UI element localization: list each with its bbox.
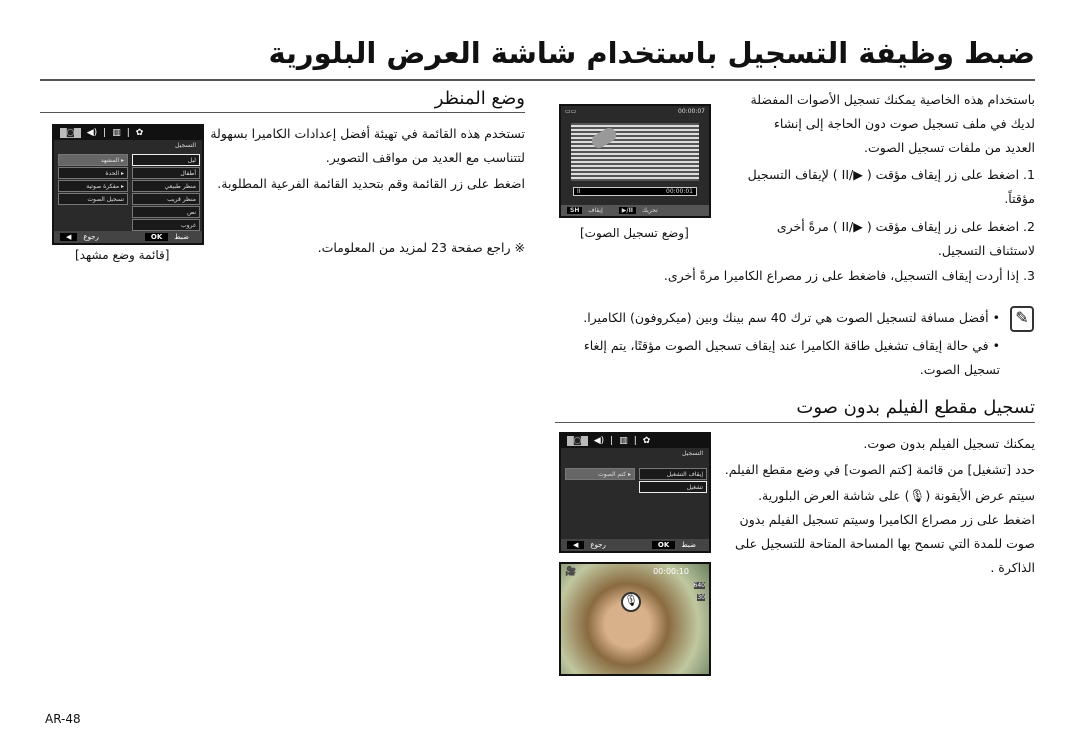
menu-item-sharpness[interactable]: ▸ الحدة — [58, 167, 128, 179]
mute-heading: تسجيل مقطع الفيلم بدون صوت — [796, 397, 1035, 418]
voice-record-screen: ▭▭ 00:00:07 II 00:00:01 SH إيقاف ▶/II تحريك — [559, 104, 711, 218]
scene-option[interactable]: أطفال — [132, 167, 200, 179]
sound-tab-icon: ◀) — [86, 128, 98, 138]
mute-line-1: يمكنك تسجيل الفيلم بدون صوت. — [863, 436, 1035, 451]
camera-tab-icon: ◙ — [60, 128, 81, 138]
sound-tab-icon: ◀) — [593, 436, 605, 446]
display-tab-icon: ▥ — [619, 436, 628, 446]
voice-intro: باستخدام هذه الخاصية يمكنك تسجيل الأصوات… — [750, 92, 1035, 155]
voice-step-1: 1. اضغط على زر إيقاف مؤقت ( ▶/II ) لإيقا… — [747, 167, 1035, 206]
tape-icon: ▭▭ — [565, 108, 577, 115]
page-number: AR-48 — [45, 712, 81, 726]
mute-recording-photo: 🎥 00:00:10 640 30 🎙 — [559, 562, 711, 676]
scene-option[interactable]: منظر قريب — [132, 193, 200, 205]
menu-section: التسجيل — [175, 142, 196, 149]
page-title: ضبط وظيفة التسجيل باستخدام شاشة العرض ال… — [268, 36, 1035, 70]
menu-option-off[interactable]: إيقاف التشغيل — [639, 468, 707, 480]
ok-label: ضبط — [681, 541, 696, 549]
back-label: رجوع — [590, 541, 606, 549]
ok-key: OK — [144, 233, 169, 241]
scene-caption: [قائمة وضع مشهد] — [75, 248, 170, 262]
voice-step-2: 2. اضغط على زر إيقاف مؤقت ( ▶/II ) مرةً … — [776, 219, 1035, 258]
stop-key: SH — [567, 207, 583, 214]
record-time: 00:00:10 — [653, 567, 689, 576]
size-badge: 640 — [693, 582, 705, 589]
menu-item-mute[interactable]: ▸ كتم الصوت — [565, 468, 635, 480]
mute-rule — [555, 422, 1035, 423]
scene-option[interactable]: منظر طبيعي — [132, 180, 200, 192]
scene-menu-screen: ◙ ◀) | ▥ | ✿ التسجيل ▸ المشهد ▸ الحدة ▸ مفكرة… — [52, 124, 204, 245]
pause-key: ▶/II — [618, 207, 637, 214]
scene-rule — [40, 112, 525, 113]
note-2-text: في حالة إيقاف تشغيل طاقة الكاميرا عند إي… — [583, 338, 1000, 377]
fps-badge: 30 — [697, 594, 705, 601]
voice-step-3: 3. إذا أردت إيقاف التسجيل، فاضغط على زر … — [663, 268, 1035, 283]
menu-item-scene[interactable]: ▸ المشهد — [58, 154, 128, 166]
display-tab-icon: ▥ — [112, 128, 121, 138]
note-2: • في حالة إيقاف تشغيل طاقة الكاميرا عند … — [583, 338, 1000, 377]
menu-section: التسجيل — [682, 450, 703, 457]
title-rule — [40, 79, 1035, 81]
mute-line-2: حدد [تشغيل] من قائمة [كتم الصوت] في وضع … — [724, 462, 1035, 477]
ok-label: ضبط — [174, 233, 189, 241]
back-label: رجوع — [83, 233, 99, 241]
menu-option-on[interactable]: تشغيل — [639, 481, 707, 493]
scene-ref: ※ راجع صفحة 23 لمزيد من المعلومات. — [317, 240, 525, 255]
mute-line-3: سيتم عرض الأيقونة (🎙) على شاشة العرض الب… — [735, 488, 1035, 575]
time-top: 00:00:07 — [678, 108, 705, 115]
voice-caption: [وضع تسجيل الصوت] — [580, 226, 689, 240]
microphone-icon — [589, 125, 619, 151]
scene-option[interactable]: نص — [132, 206, 200, 218]
stop-label: إيقاف — [588, 207, 603, 214]
scene-option[interactable]: غروب — [132, 219, 200, 231]
microphone-illustration — [571, 123, 699, 181]
camera-tab-icon: ◙ — [567, 436, 588, 446]
scene-heading: وضع المنظر — [434, 88, 525, 109]
settings-tab-icon: ✿ — [135, 128, 144, 138]
scene-line-2: اضغط على زر القائمة وقم بتحديد القائمة ا… — [217, 176, 525, 191]
scene-line-1: تستخدم هذه القائمة في تهيئة أفضل إعدادات… — [210, 126, 525, 165]
movie-icon: 🎥 — [565, 567, 577, 577]
time-bar: 00:00:01 — [666, 188, 693, 195]
note-icon: ✎ — [1010, 306, 1034, 332]
mute-menu-screen: ◙ ◀) | ▥ | ✿ التسجيل ▸ كتم الصوت إيقاف التشغي… — [559, 432, 711, 553]
menu-item-voice-rec[interactable]: تسجيل الصوت — [58, 193, 128, 205]
ok-key: OK — [651, 541, 676, 549]
note-1: • أفضل مسافة لتسجيل الصوت هي ترك 40 سم ب… — [583, 310, 1000, 325]
menu-item-voice-memo[interactable]: ▸ مفكرة صوتية — [58, 180, 128, 192]
mute-mic-icon: 🎙 — [621, 592, 641, 612]
note-1-text: أفضل مسافة لتسجيل الصوت هي ترك 40 سم بين… — [583, 310, 989, 325]
move-label: تحريك — [642, 207, 658, 214]
scene-option[interactable]: ليل — [132, 154, 200, 166]
settings-tab-icon: ✿ — [642, 436, 651, 446]
